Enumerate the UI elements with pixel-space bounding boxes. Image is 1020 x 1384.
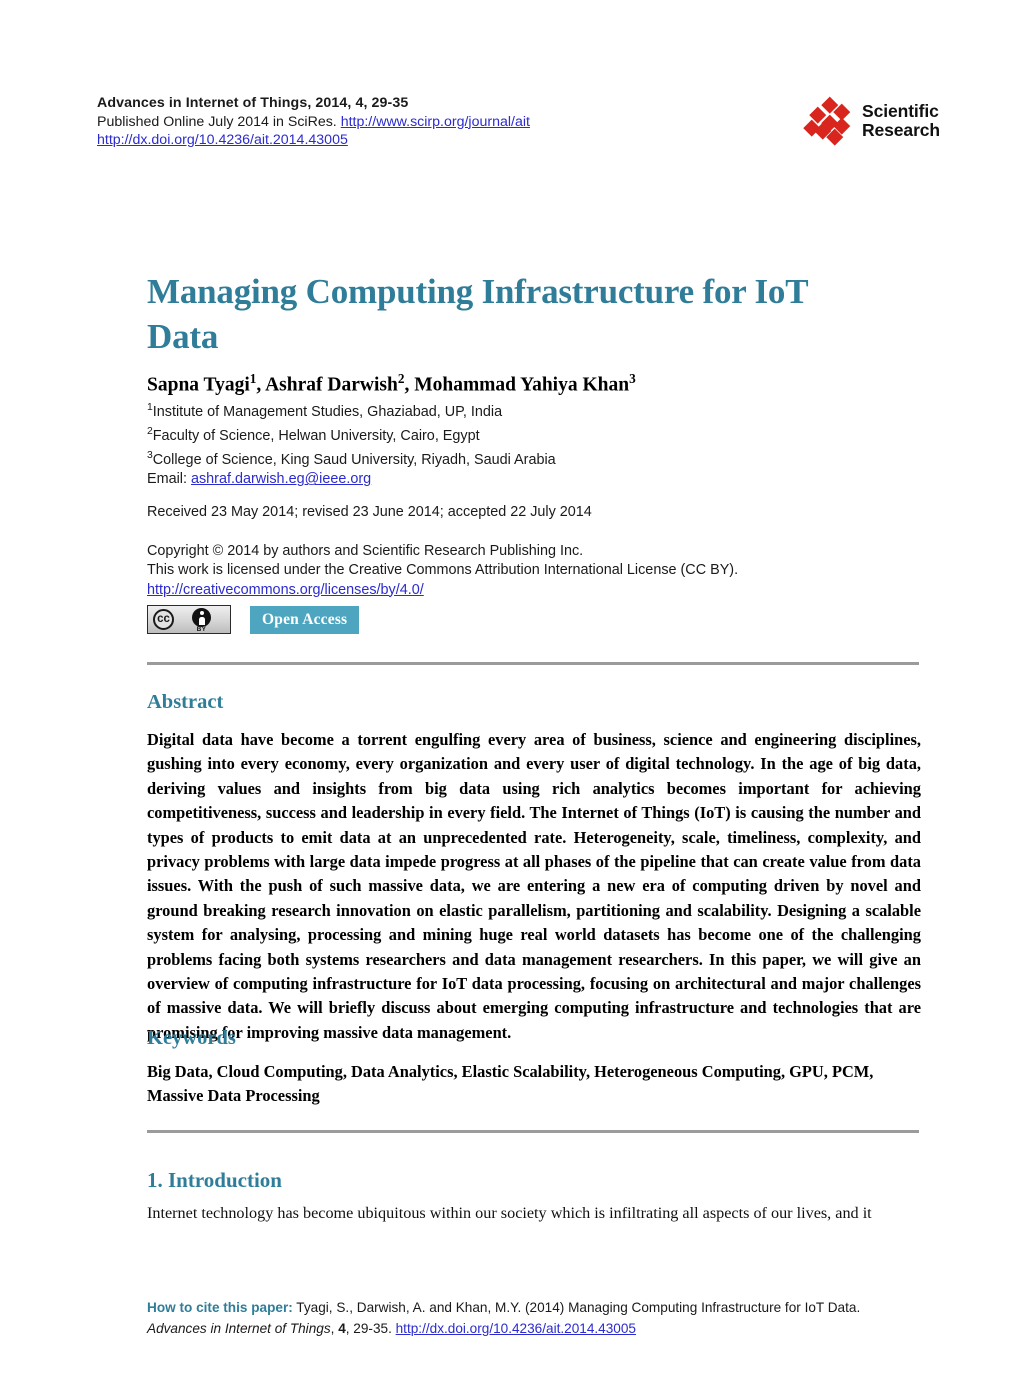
how-to-cite-volume: 4 xyxy=(338,1321,346,1336)
license-url-link[interactable]: http://creativecommons.org/licenses/by/4… xyxy=(147,582,424,598)
copyright-block: Copyright © 2014 by authors and Scientif… xyxy=(147,542,907,600)
affiliation-text: Faculty of Science, Helwan University, C… xyxy=(152,427,480,444)
cc-by-label: BY xyxy=(196,626,207,633)
copyright-line: Copyright © 2014 by authors and Scientif… xyxy=(147,543,584,559)
affiliation-text: College of Science, King Saud University… xyxy=(152,451,556,468)
publisher-name-line2: Research xyxy=(862,120,941,140)
how-to-cite-doi-link[interactable]: http://dx.doi.org/10.4236/ait.2014.43005 xyxy=(396,1321,636,1336)
creative-commons-by-badge-icon[interactable]: cc BY xyxy=(147,605,231,634)
doi-line: http://dx.doi.org/10.4236/ait.2014.43005 xyxy=(97,131,797,150)
author-list: Sapna Tyagi1, Ashraf Darwish2, Mohammad … xyxy=(147,371,636,396)
email-line: Email: ashraf.darwish.eg@ieee.org xyxy=(147,470,847,489)
document-page: Advances in Internet of Things, 2014, 4,… xyxy=(0,0,1020,1384)
how-to-cite-label: How to cite this paper: xyxy=(147,1300,293,1315)
scientific-research-diamond-logo-icon xyxy=(803,96,854,145)
email-link[interactable]: ashraf.darwish.eg@ieee.org xyxy=(191,471,371,487)
open-access-badge[interactable]: Open Access xyxy=(250,605,360,634)
cc-person-icon xyxy=(192,608,211,627)
affiliation-item: 3College of Science, King Saud Universit… xyxy=(147,446,847,470)
how-to-cite-footer: How to cite this paper: Tyagi, S., Darwi… xyxy=(147,1297,921,1339)
doi-url-link[interactable]: http://dx.doi.org/10.4236/ait.2014.43005 xyxy=(97,132,348,148)
journal-citation-line: Advances in Internet of Things, 2014, 4,… xyxy=(97,95,409,111)
publisher-logo: Scientific Research xyxy=(803,94,946,148)
affiliation-text: Institute of Management Studies, Ghaziab… xyxy=(152,403,503,420)
license-url-line: http://creativecommons.org/licenses/by/4… xyxy=(147,581,907,600)
journal-masthead: Advances in Internet of Things, 2014, 4,… xyxy=(97,94,797,150)
email-label: Email: xyxy=(147,471,191,488)
abstract-heading: Abstract xyxy=(147,691,224,713)
affiliation-item: 2Faculty of Science, Helwan University, … xyxy=(147,422,847,446)
cc-mark: cc xyxy=(153,609,174,630)
abstract-section-rule xyxy=(147,662,919,665)
license-line: This work is licensed under the Creative… xyxy=(147,562,739,579)
published-online-line: Published Online July 2014 in SciRes. ht… xyxy=(97,113,797,132)
affiliation-item: 1Institute of Management Studies, Ghazia… xyxy=(147,398,847,422)
license-badges: cc BY Open Access xyxy=(147,605,360,634)
affiliation-list: 1Institute of Management Studies, Ghazia… xyxy=(147,398,847,490)
abstract-body: Digital data have become a torrent engul… xyxy=(147,730,921,1042)
journal-url-link[interactable]: http://www.scirp.org/journal/ait xyxy=(341,114,530,130)
publisher-name-line1: Scientific xyxy=(862,101,939,121)
how-to-cite-journal: Advances in Internet of Things xyxy=(147,1321,331,1336)
introduction-heading: 1. Introduction xyxy=(147,1168,282,1192)
keywords-body: Big Data, Cloud Computing, Data Analytic… xyxy=(147,1062,874,1106)
article-dates: Received 23 May 2014; revised 23 June 20… xyxy=(147,504,592,520)
how-to-cite-text-3: , 29-35. xyxy=(345,1321,396,1336)
how-to-cite-text-1: Tyagi, S., Darwish, A. and Khan, M.Y. (2… xyxy=(292,1300,861,1315)
page-title: Managing Computing Infrastructure for Io… xyxy=(147,272,808,357)
keywords-heading: Keywords xyxy=(147,1027,236,1049)
introduction-section-rule xyxy=(147,1130,919,1133)
introduction-body: Internet technology has become ubiquitou… xyxy=(147,1204,872,1222)
publisher-logo-text: Scientific Research xyxy=(862,102,940,140)
published-online-prefix: Published Online July 2014 in SciRes. xyxy=(97,113,341,130)
